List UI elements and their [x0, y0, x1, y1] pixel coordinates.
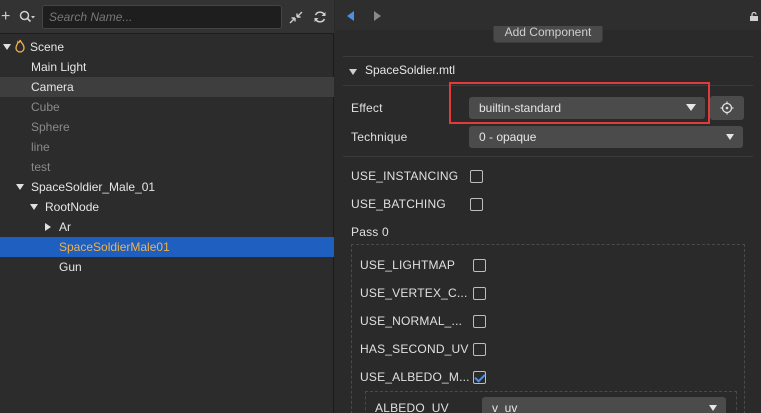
expand-arrow-icon[interactable]: [16, 184, 24, 190]
inspector-panel: Add Component SpaceSoldier.mtl Effect bu…: [335, 0, 761, 413]
divider: [343, 56, 753, 57]
tree-node-test[interactable]: test: [0, 157, 334, 177]
plus-icon[interactable]: +: [1, 9, 10, 25]
dropdown-arrow-icon: [726, 134, 734, 140]
highlight-annotation-box: [449, 82, 710, 124]
tree-node-spacesoldier-male-01[interactable]: SpaceSoldier_Male_01: [0, 177, 334, 197]
tree-node-rootnode[interactable]: RootNode: [0, 197, 334, 217]
albedo-uv-value: v_uv: [492, 401, 518, 413]
pass-prop-label: USE_NORMAL_...: [360, 314, 463, 328]
divider: [343, 156, 753, 157]
use-batching-checkbox[interactable]: [470, 198, 483, 211]
tree-node-label: SpaceSoldierMale01: [59, 240, 170, 254]
tree-node-ar[interactable]: Ar: [0, 217, 334, 237]
tree-node-sphere[interactable]: Sphere: [0, 117, 334, 137]
crosshair-icon: [720, 101, 734, 118]
dropdown-arrow-icon: [709, 405, 717, 411]
hierarchy-panel: + Scene Main Light Camera Cube Sphere li…: [0, 0, 334, 413]
pass-prop-label: USE_VERTEX_C...: [360, 286, 468, 300]
tree-node-label: test: [31, 160, 51, 174]
tree-node-spacesoldiermale01[interactable]: SpaceSoldierMale01: [0, 237, 334, 257]
tree-node-main-light[interactable]: Main Light: [0, 57, 334, 77]
section-expand-arrow-icon[interactable]: [349, 69, 357, 75]
pass-prop-label: USE_LIGHTMAP: [360, 258, 456, 272]
forward-arrow-icon[interactable]: [374, 11, 381, 21]
tree-node-label: Ar: [59, 220, 71, 234]
technique-select[interactable]: 0 - opaque: [469, 126, 743, 148]
use-batching-label: USE_BATCHING: [351, 197, 446, 211]
albedo-uv-select[interactable]: v_uv: [482, 397, 726, 413]
pass-label: Pass 0: [351, 225, 389, 239]
tree-node-label: Sphere: [31, 120, 70, 134]
use-normal-map-checkbox[interactable]: [473, 315, 486, 328]
collapse-arrow-icon[interactable]: [45, 223, 51, 231]
pass-prop-label: HAS_SECOND_UV: [360, 342, 469, 356]
technique-label: Technique: [351, 130, 408, 144]
tree-node-scene[interactable]: Scene: [0, 37, 334, 57]
has-second-uv-checkbox[interactable]: [473, 343, 486, 356]
tree-node-label: Scene: [30, 40, 65, 54]
locate-asset-button[interactable]: [710, 96, 744, 120]
search-input[interactable]: [42, 5, 282, 29]
tree-node-label: Cube: [31, 100, 60, 114]
hierarchy-toolbar: +: [0, 0, 334, 34]
back-arrow-icon[interactable]: [347, 11, 354, 21]
tree-node-label: RootNode: [45, 200, 100, 214]
scene-icon: [15, 39, 25, 59]
effect-label: Effect: [351, 101, 383, 115]
technique-value: 0 - opaque: [479, 130, 537, 144]
use-lightmap-checkbox[interactable]: [473, 259, 486, 272]
tree-node-camera[interactable]: Camera: [0, 77, 334, 97]
pass-prop-label: USE_ALBEDO_M...: [360, 370, 470, 384]
add-component-button[interactable]: Add Component: [493, 26, 603, 43]
tree-node-label: Gun: [59, 260, 82, 274]
search-icon[interactable]: [19, 10, 35, 26]
tree-node-gun[interactable]: Gun: [0, 257, 334, 277]
expand-arrow-icon[interactable]: [3, 44, 11, 50]
use-vertex-color-checkbox[interactable]: [473, 287, 486, 300]
refresh-icon[interactable]: [313, 10, 327, 26]
collapse-icon[interactable]: [289, 11, 303, 26]
tree-node-label: Main Light: [31, 60, 87, 74]
lock-icon[interactable]: [749, 10, 759, 21]
use-albedo-map-checkbox[interactable]: [473, 371, 486, 384]
use-instancing-checkbox[interactable]: [470, 170, 483, 183]
tree-node-cube[interactable]: Cube: [0, 97, 334, 117]
expand-arrow-icon[interactable]: [30, 204, 38, 210]
tree-node-label: Camera: [31, 80, 74, 94]
use-instancing-label: USE_INSTANCING: [351, 169, 459, 183]
albedo-uv-label: ALBEDO_UV: [375, 401, 449, 413]
section-title: SpaceSoldier.mtl: [365, 63, 456, 77]
tree-node-label: line: [31, 140, 50, 154]
tree-node-line[interactable]: line: [0, 137, 334, 157]
tree-node-label: SpaceSoldier_Male_01: [31, 180, 156, 194]
